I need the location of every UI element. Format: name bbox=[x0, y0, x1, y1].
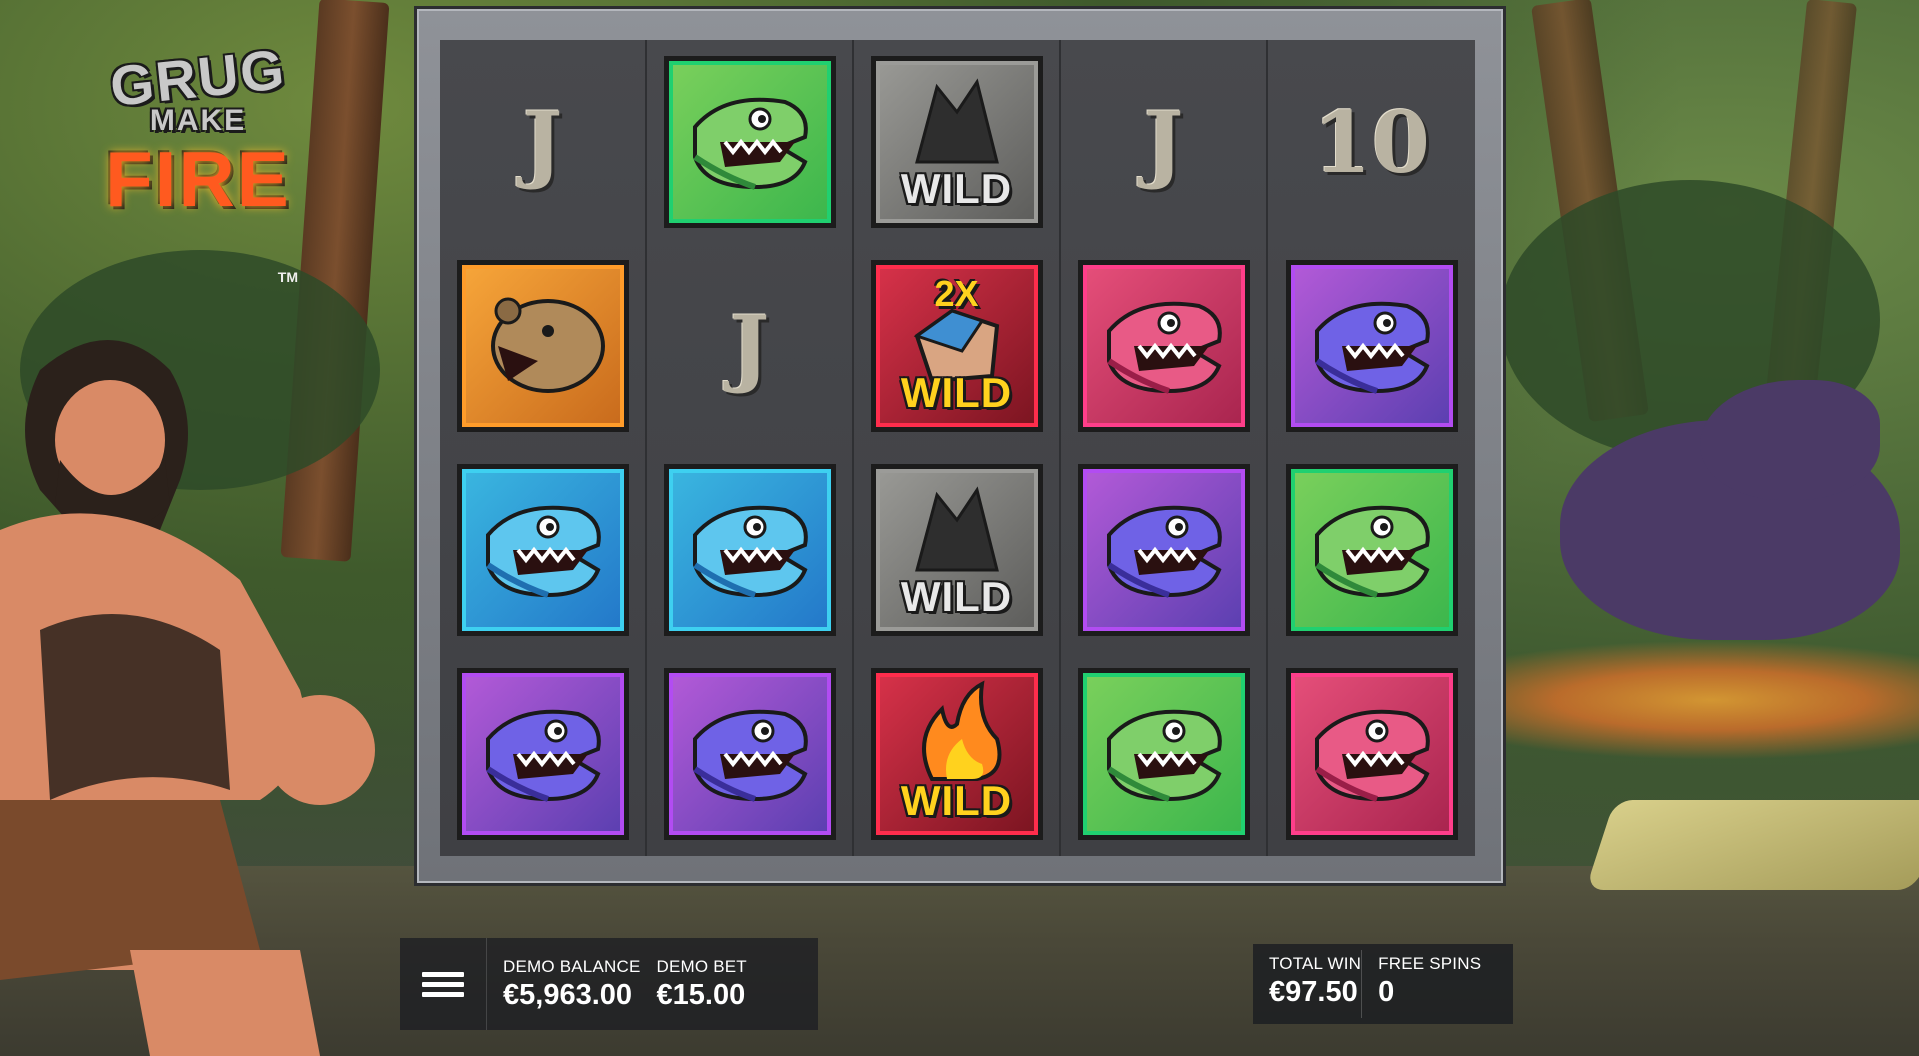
balance-panel: DEMO BALANCE €5,963.00 DEMO BET €15.00 bbox=[400, 938, 818, 1030]
purple-dino-symbol bbox=[1285, 260, 1458, 432]
stone-wild-symbol: WILD bbox=[870, 56, 1043, 228]
game-logo: GRUG MAKE FIRE TM bbox=[78, 37, 318, 305]
win-panel: TOTAL WIN €97.50 FREE SPINS 0 bbox=[1253, 944, 1513, 1024]
wild-multiplier: 2X bbox=[934, 273, 979, 314]
symbol-cell: J bbox=[1061, 40, 1266, 244]
total-win-value: €97.50 bbox=[1269, 976, 1358, 1008]
symbol-cell bbox=[440, 652, 645, 856]
logo-line-3: FIRE bbox=[105, 135, 291, 223]
demo-bet[interactable]: DEMO BET €15.00 bbox=[641, 957, 747, 1012]
card-symbol: J bbox=[729, 296, 770, 396]
logo-trademark: TM bbox=[277, 269, 298, 285]
free-spins: FREE SPINS 0 bbox=[1362, 944, 1481, 1024]
symbol-cell: J bbox=[440, 40, 645, 244]
symbol-cell bbox=[1268, 448, 1475, 652]
reel-2: J bbox=[647, 40, 854, 856]
reel-1: J bbox=[440, 40, 647, 856]
blue-shark-symbol bbox=[663, 464, 836, 636]
reel-5: 10 bbox=[1268, 40, 1475, 856]
blue-shark-symbol bbox=[456, 464, 629, 636]
total-win: TOTAL WIN €97.50 bbox=[1253, 944, 1361, 1024]
demo-balance-value: €5,963.00 bbox=[503, 978, 633, 1011]
symbol-cell bbox=[440, 244, 645, 448]
purple-dino-symbol bbox=[663, 668, 836, 840]
green-dino-symbol bbox=[1077, 668, 1250, 840]
reel-3: WILD 2X WILD WILD WILD bbox=[854, 40, 1061, 856]
purple-dino-symbol bbox=[456, 668, 629, 840]
symbol-cell bbox=[647, 448, 852, 652]
hamburger-menu-icon bbox=[422, 967, 464, 1002]
symbol-cell: WILD bbox=[854, 448, 1059, 652]
pink-dino-symbol bbox=[1285, 668, 1458, 840]
demo-bet-label: DEMO BET bbox=[656, 956, 747, 976]
symbol-cell: 10 bbox=[1268, 40, 1475, 244]
multiplier-wild-symbol: 2X WILD bbox=[870, 260, 1043, 432]
card-symbol: J bbox=[522, 92, 563, 192]
card-symbol: J bbox=[1143, 92, 1184, 192]
symbol-cell bbox=[1061, 448, 1266, 652]
reel-4: J bbox=[1061, 40, 1268, 856]
purple-dino-symbol bbox=[1077, 464, 1250, 636]
green-dino-symbol bbox=[1285, 464, 1458, 636]
symbol-cell: J bbox=[647, 244, 852, 448]
demo-balance: DEMO BALANCE €5,963.00 bbox=[487, 957, 641, 1012]
wild-label: WILD bbox=[900, 573, 1013, 620]
demo-balance-label: DEMO BALANCE bbox=[503, 956, 641, 976]
free-spins-value: 0 bbox=[1378, 976, 1395, 1008]
wild-label: WILD bbox=[900, 777, 1013, 824]
wild-label: WILD bbox=[900, 165, 1013, 212]
stone-wild-symbol: WILD bbox=[870, 464, 1043, 636]
symbol-cell: 2X WILD bbox=[854, 244, 1059, 448]
symbol-cell: WILD bbox=[854, 652, 1059, 856]
demo-bet-value: €15.00 bbox=[656, 978, 746, 1011]
card-symbol: 10 bbox=[1313, 92, 1430, 192]
symbol-cell bbox=[1268, 652, 1475, 856]
total-win-label: TOTAL WIN bbox=[1269, 954, 1362, 973]
wild-label: WILD bbox=[900, 369, 1013, 416]
symbol-cell bbox=[647, 652, 852, 856]
bear-symbol bbox=[456, 260, 629, 432]
fire-wild-symbol: WILD bbox=[870, 668, 1043, 840]
symbol-cell bbox=[1061, 652, 1266, 856]
symbol-cell: WILD bbox=[854, 40, 1059, 244]
menu-button[interactable] bbox=[400, 938, 487, 1030]
reel-grid: J J WILD 2X WILD WILD WILD J 10 bbox=[440, 40, 1475, 856]
symbol-cell bbox=[1268, 244, 1475, 448]
symbol-cell bbox=[1061, 244, 1266, 448]
caveman-character bbox=[0, 340, 375, 1056]
green-dino-symbol bbox=[663, 56, 836, 228]
symbol-cell bbox=[440, 448, 645, 652]
free-spins-label: FREE SPINS bbox=[1378, 954, 1482, 973]
pink-dino-symbol bbox=[1077, 260, 1250, 432]
symbol-cell bbox=[647, 40, 852, 244]
